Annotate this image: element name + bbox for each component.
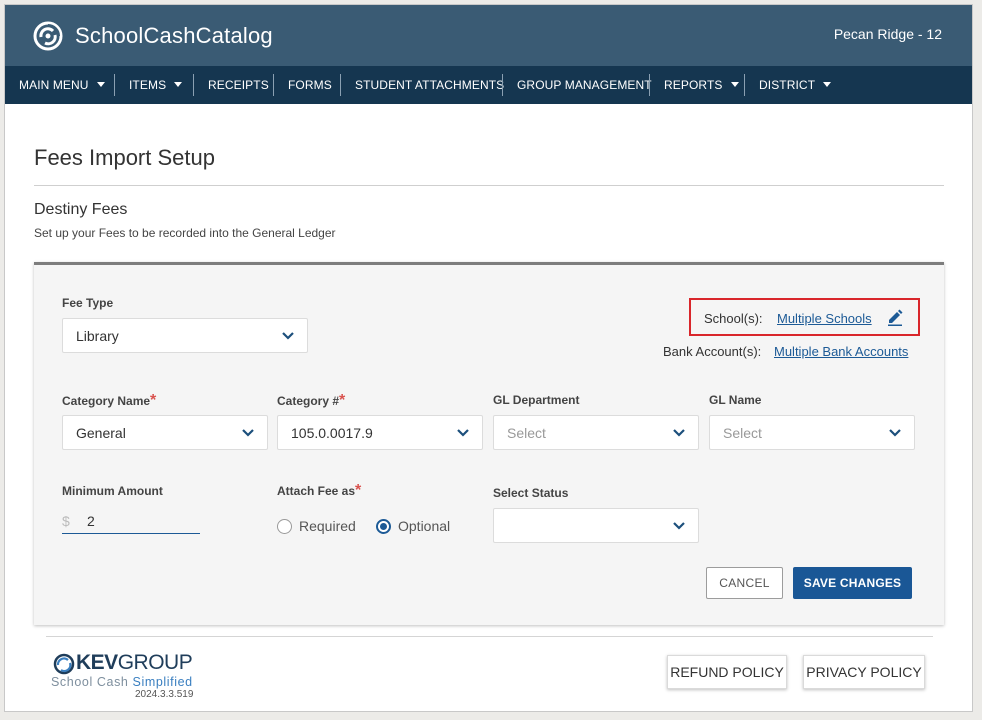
swirl-logo-icon[interactable] [33, 21, 63, 51]
radio-label: Required [299, 518, 356, 534]
caret-down-icon [96, 82, 105, 87]
chevron-down-icon [673, 522, 685, 530]
nav-label: REPORTS [664, 78, 723, 92]
cancel-button[interactable]: CANCEL [706, 567, 783, 599]
main-nav: MAIN MENU ITEMS RECEIPTS FORMS STUDENT A… [5, 66, 972, 104]
brand-name[interactable]: SchoolCashCatalog [75, 23, 273, 49]
category-name-label-text: Category Name [62, 394, 151, 408]
category-number-value: 105.0.0017.9 [291, 425, 373, 441]
category-number-label-text: Category # [277, 394, 340, 408]
category-name-select[interactable]: General [62, 415, 268, 450]
top-header: SchoolCashCatalog Pecan Ridge - 12 [5, 5, 972, 66]
nav-divider [502, 74, 503, 96]
chevron-down-icon [457, 429, 469, 437]
pencil-edit-icon[interactable] [886, 308, 904, 326]
fees-setup-card: Fee Type Library School(s): Multiple Sch… [34, 262, 944, 625]
radio-button[interactable] [277, 519, 292, 534]
nav-label: MAIN MENU [19, 78, 89, 92]
nav-label: FORMS [288, 78, 332, 92]
kevgroup-tagline: School Cash Simplified [51, 675, 193, 689]
bank-accounts-label: Bank Account(s): [663, 344, 762, 359]
chevron-down-icon [242, 429, 254, 437]
kev-text: KEV [76, 651, 118, 674]
category-number-select[interactable]: 105.0.0017.9 [277, 415, 483, 450]
minimum-amount-label: Minimum Amount [62, 484, 163, 498]
nav-receipts[interactable]: RECEIPTS [208, 66, 269, 104]
page-title: Fees Import Setup [34, 145, 215, 170]
chevron-down-icon [282, 332, 294, 340]
nav-label: DISTRICT [759, 78, 816, 92]
nav-main-menu[interactable]: MAIN MENU [19, 66, 105, 104]
required-asterisk: * [150, 392, 157, 409]
caret-down-icon [823, 82, 832, 87]
attach-fee-label-text: Attach Fee as [277, 484, 356, 498]
version-number: 2024.3.3.519 [135, 689, 194, 700]
save-changes-button[interactable]: SAVE CHANGES [793, 567, 912, 599]
nav-label: ITEMS [129, 78, 167, 92]
nav-reports[interactable]: REPORTS [664, 66, 739, 104]
footer-divider [46, 636, 933, 637]
select-status-label: Select Status [493, 486, 569, 500]
nav-items[interactable]: ITEMS [129, 66, 183, 104]
required-asterisk: * [355, 482, 362, 499]
gl-department-placeholder: Select [507, 425, 546, 441]
nav-divider [273, 74, 274, 96]
nav-divider [744, 74, 745, 96]
caret-down-icon [730, 82, 739, 87]
nav-divider [193, 74, 194, 96]
gl-department-label: GL Department [493, 393, 580, 407]
nav-label: STUDENT ATTACHMENTS [355, 78, 505, 92]
category-number-label: Category #* [277, 392, 345, 410]
tagline-part-a: School Cash [51, 675, 133, 689]
nav-divider [114, 74, 115, 96]
schools-label: School(s): [704, 311, 763, 326]
gl-name-placeholder: Select [723, 425, 762, 441]
select-status-select[interactable] [493, 508, 699, 543]
nav-forms[interactable]: FORMS [288, 66, 332, 104]
nav-divider [340, 74, 341, 96]
nav-label: GROUP MANAGEMENT [517, 78, 652, 92]
kevgroup-swirl-icon [53, 653, 75, 675]
fee-type-value: Library [76, 328, 119, 344]
section-description: Set up your Fees to be recorded into the… [34, 226, 336, 240]
refund-policy-button[interactable]: REFUND POLICY [667, 655, 787, 689]
minimum-amount-value: 2 [87, 513, 95, 529]
privacy-policy-button[interactable]: PRIVACY POLICY [803, 655, 925, 689]
nav-district[interactable]: DISTRICT [759, 66, 832, 104]
app-window: SchoolCashCatalog Pecan Ridge - 12 MAIN … [4, 4, 973, 712]
nav-group-management[interactable]: GROUP MANAGEMENT [517, 66, 652, 104]
fee-type-label: Fee Type [62, 296, 114, 310]
currency-symbol: $ [62, 513, 70, 529]
tagline-part-b: Simplified [132, 675, 193, 689]
title-divider [34, 185, 944, 186]
gl-department-select[interactable]: Select [493, 415, 699, 450]
gl-name-select[interactable]: Select [709, 415, 915, 450]
minimum-amount-input[interactable]: $ 2 [62, 507, 200, 534]
category-name-label: Category Name* [62, 392, 156, 410]
category-name-value: General [76, 425, 126, 441]
multiple-bank-accounts-link[interactable]: Multiple Bank Accounts [774, 344, 908, 359]
radio-button-selected[interactable] [376, 519, 391, 534]
kevgroup-logo: KEVGROUP School Cash Simplified [49, 651, 209, 691]
radio-label: Optional [398, 518, 451, 534]
fee-type-select[interactable]: Library [62, 318, 308, 353]
nav-divider [649, 74, 650, 96]
nav-student-attachments[interactable]: STUDENT ATTACHMENTS [355, 66, 504, 104]
group-text: GROUP [117, 651, 193, 674]
caret-down-icon [174, 82, 183, 87]
multiple-schools-link[interactable]: Multiple Schools [777, 311, 872, 326]
attach-fee-label: Attach Fee as* [277, 482, 361, 500]
section-title: Destiny Fees [34, 201, 128, 218]
current-school: Pecan Ridge - 12 [833, 26, 942, 42]
required-asterisk: * [339, 392, 346, 409]
kevgroup-wordmark: KEVGROUP [76, 651, 193, 675]
chevron-down-icon [673, 429, 685, 437]
nav-label: RECEIPTS [208, 78, 269, 92]
gl-name-label: GL Name [709, 393, 762, 407]
chevron-down-icon [889, 429, 901, 437]
